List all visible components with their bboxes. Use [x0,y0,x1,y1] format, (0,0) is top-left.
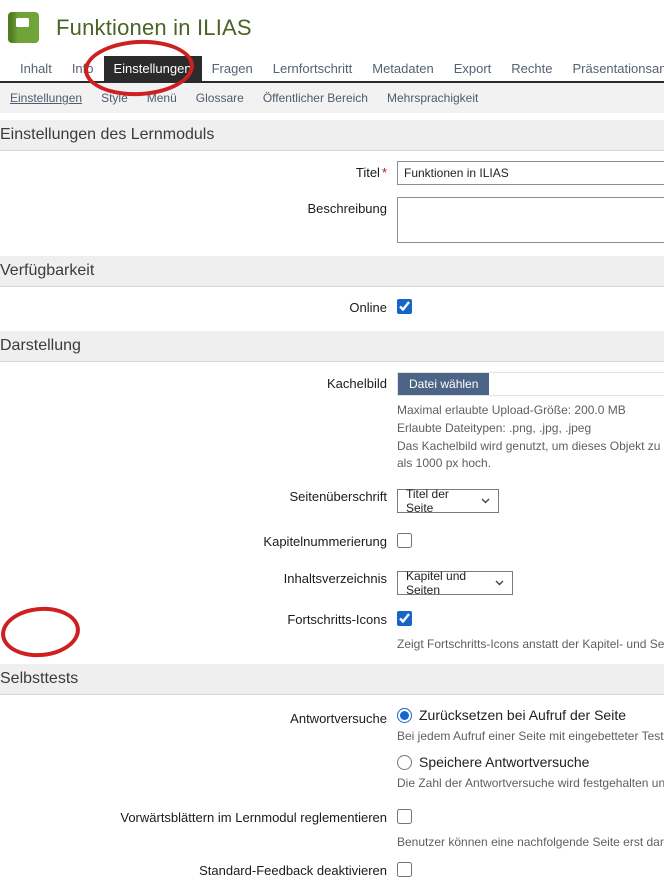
tab-rechte[interactable]: Rechte [501,56,562,81]
datei-waehlen-button[interactable]: Datei wählen [398,373,489,395]
kachelbild-label: Kachelbild [0,372,397,392]
dateitypen-info: Erlaubte Dateitypen: .png, .jpg, .jpeg [397,420,664,436]
subtab-menue[interactable]: Menü [147,91,177,105]
radio-option-zuruecksetzen[interactable]: Zurücksetzen bei Aufruf der Seite [397,707,664,723]
inhaltsverzeichnis-selected-value: Kapitel und Seiten [406,569,481,597]
inhaltsverzeichnis-select[interactable]: Kapitel und Seiten [397,571,513,595]
form-row-seitenueberschrift: Seitenüberschrift Titel der Seite [0,485,664,513]
standard-feedback-checkbox[interactable] [397,862,412,877]
radio-option-speichere[interactable]: Speichere Antwortversuche [397,754,664,770]
zuruecksetzen-info: Bei jedem Aufruf einer Seite mit eingebe… [397,728,664,744]
tab-praesentationsansicht[interactable]: Präsentationsansicht ❯ [562,56,664,81]
section-header-verfuegbarkeit: Verfügbarkeit [0,256,664,287]
kapitelnummerierung-checkbox[interactable] [397,533,412,548]
form-row-kachelbild: Kachelbild Datei wählen Maximal erlaubte… [0,372,664,471]
tab-lernfortschritt[interactable]: Lernfortschritt [263,56,362,81]
titel-input[interactable] [397,161,664,185]
speichere-radio-label: Speichere Antwortversuche [419,754,589,770]
zuruecksetzen-radio-label: Zurücksetzen bei Aufruf der Seite [419,707,626,723]
kachelbild-file-input[interactable]: Datei wählen [397,372,664,396]
main-tabbar: Inhalt Info Einstellungen Fragen Lernfor… [0,55,664,83]
form-row-inhaltsverzeichnis: Inhaltsverzeichnis Kapitel und Seiten [0,567,664,595]
form-row-beschreibung: Beschreibung [0,197,664,248]
vorwaertsblaettern-label: Vorwärtsblättern im Lernmodul reglementi… [0,809,397,826]
tab-praesentationsansicht-label: Präsentationsansicht [572,61,664,76]
fortschritts-icons-info: Zeigt Fortschritts-Icons anstatt der Kap… [397,636,664,652]
upload-size-info: Maximal erlaubte Upload-Größe: 200.0 MB [397,402,664,418]
kapitelnummerierung-label: Kapitelnummerierung [0,533,397,550]
tab-inhalt[interactable]: Inhalt [10,56,62,81]
speichere-info: Die Zahl der Antwortversuche wird festge… [397,775,664,791]
online-label: Online [0,299,397,316]
fortschritts-icons-label: Fortschritts-Icons [0,611,397,628]
subtab-einstellungen[interactable]: Einstellungen [10,91,82,105]
subtab-glossare[interactable]: Glossare [196,91,244,105]
vorwaertsblaettern-info: Benutzer können eine nachfolgende Seite … [397,834,664,850]
speichere-radio[interactable] [397,755,412,770]
form-row-antwortversuche: Antwortversuche Zurücksetzen bei Aufruf … [0,707,664,791]
sub-tabbar: Einstellungen Style Menü Glossare Öffent… [0,83,664,113]
beschreibung-textarea[interactable] [397,197,664,243]
standard-feedback-label: Standard-Feedback deaktivieren [0,862,397,879]
form-row-vorwaertsblaettern: Vorwärtsblättern im Lernmodul reglementi… [0,809,664,850]
beschreibung-label: Beschreibung [0,197,397,217]
section-header-lernmodul: Einstellungen des Lernmoduls [0,120,664,151]
chevron-down-icon [495,580,504,586]
section-header-selbsttests: Selbsttests [0,664,664,695]
vorwaertsblaettern-checkbox[interactable] [397,809,412,824]
tab-info[interactable]: Info [62,56,104,81]
seitenueberschrift-label: Seitenüberschrift [0,485,397,505]
tab-metadaten[interactable]: Metadaten [362,56,443,81]
learning-module-icon-page [16,18,29,27]
required-marker: * [382,165,387,180]
subtab-style[interactable]: Style [101,91,128,105]
tab-fragen[interactable]: Fragen [202,56,263,81]
learning-module-icon [8,12,39,43]
form-row-online: Online [0,299,664,319]
page-header: Funktionen in ILIAS [0,0,664,55]
tab-export[interactable]: Export [444,56,502,81]
subtab-mehrsprachigkeit[interactable]: Mehrsprachigkeit [387,91,478,105]
fortschritts-icons-checkbox[interactable] [397,611,412,626]
zuruecksetzen-radio[interactable] [397,708,412,723]
form-row-fortschritts-icons: Fortschritts-Icons Zeigt Fortschritts-Ic… [0,611,664,652]
online-checkbox[interactable] [397,299,412,314]
page-title: Funktionen in ILIAS [56,15,252,41]
form-row-titel: Titel* [0,161,664,185]
form-row-standard-feedback: Standard-Feedback deaktivieren [0,862,664,882]
section-header-darstellung: Darstellung [0,331,664,362]
antwortversuche-label: Antwortversuche [0,707,397,727]
titel-label: Titel [356,165,380,180]
kachelbild-info-line1: Das Kachelbild wird genutzt, um dieses O… [397,438,664,454]
seitenueberschrift-selected-value: Titel der Seite [406,487,467,515]
tab-einstellungen[interactable]: Einstellungen [104,56,202,81]
seitenueberschrift-select[interactable]: Titel der Seite [397,489,499,513]
form-row-kapitelnummerierung: Kapitelnummerierung [0,533,664,553]
inhaltsverzeichnis-label: Inhaltsverzeichnis [0,567,397,587]
subtab-oeffentlicher-bereich[interactable]: Öffentlicher Bereich [263,91,368,105]
chevron-down-icon [481,498,490,504]
kachelbild-info-line2: als 1000 px hoch. [397,455,664,471]
